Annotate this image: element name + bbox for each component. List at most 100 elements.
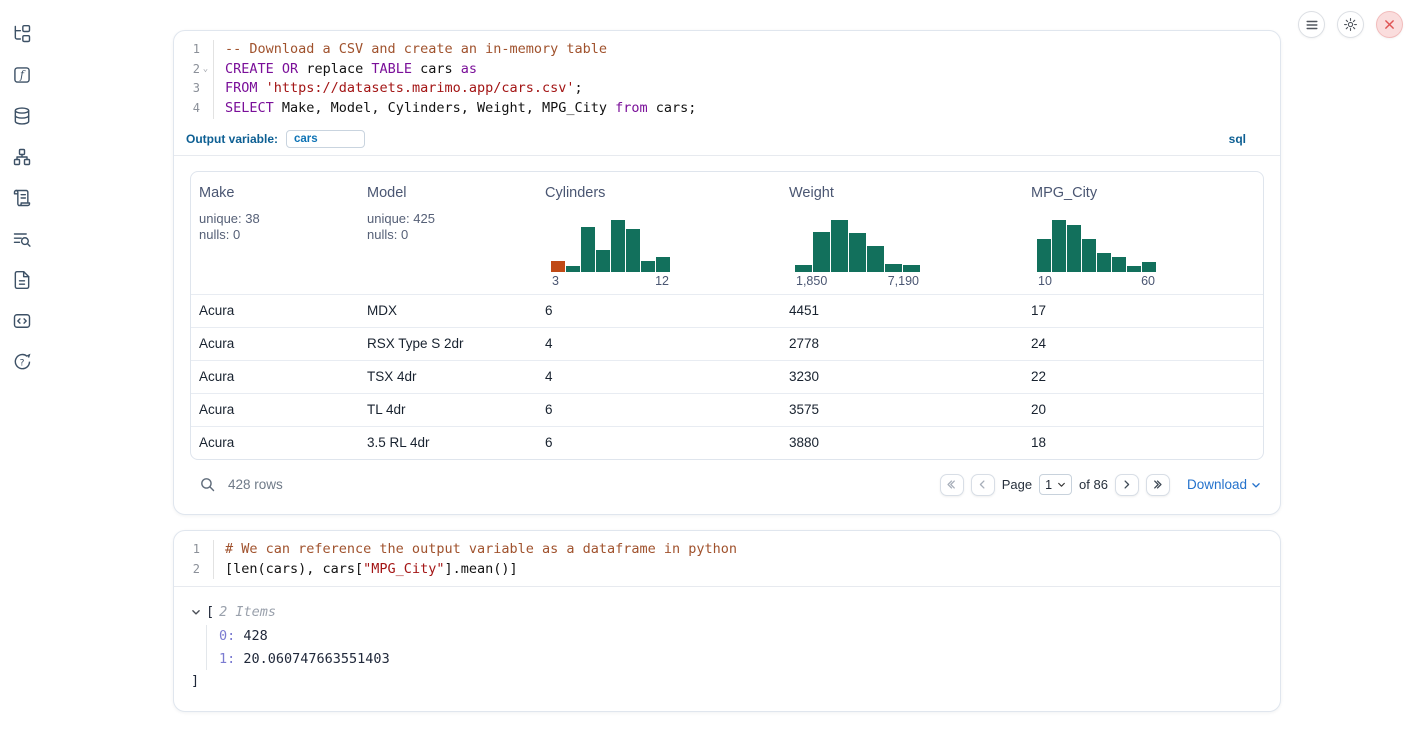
output-variable-input[interactable] — [286, 130, 365, 148]
histogram-bars — [795, 220, 920, 272]
code-token: # We can reference the output variable a… — [225, 541, 737, 557]
stat-line: unique: 38 — [199, 211, 359, 228]
sql-cell: 1 -- Download a CSV and create an in-memo… — [173, 30, 1281, 515]
output-variable-row: Output variable: sql — [174, 126, 1280, 156]
code-token — [274, 61, 282, 77]
file-tree-icon — [12, 24, 32, 44]
stat-line: nulls: 0 — [367, 227, 537, 244]
code-text: FROM 'https://datasets.marimo.app/cars.c… — [214, 79, 583, 99]
table-header-row: Makeunique: 38nulls: 0Modelunique: 425nu… — [191, 172, 1263, 294]
table-cell: RSX Type S 2dr — [359, 336, 537, 351]
page-label: Page — [1002, 477, 1032, 492]
sidebar-item-file-explorer[interactable] — [9, 21, 35, 47]
table-cell: 3.5 RL 4dr — [359, 435, 537, 450]
table-cell: Acura — [191, 336, 359, 351]
column-header-cylinders[interactable]: Cylinders 3 12 — [537, 172, 781, 294]
page-select[interactable]: 1 — [1039, 474, 1072, 495]
histogram-bar — [1037, 239, 1051, 272]
help-icon: ? — [12, 352, 32, 372]
histogram-bar — [551, 261, 565, 272]
prev-page-button[interactable] — [971, 474, 995, 496]
first-page-button[interactable] — [940, 474, 964, 496]
search-icon — [199, 476, 216, 493]
axis-max-label: 12 — [655, 274, 669, 288]
column-label: Cylinders — [545, 185, 781, 201]
histogram-bar — [641, 261, 655, 272]
chevron-down-icon — [1057, 480, 1066, 489]
settings-button[interactable] — [1337, 11, 1364, 38]
histogram-bar — [1142, 262, 1156, 272]
code-token: [len(cars), cars[ — [225, 561, 363, 577]
table-cell: TL 4dr — [359, 402, 537, 417]
svg-text:?: ? — [20, 357, 25, 368]
axis-min-label: 1,850 — [796, 274, 827, 288]
code-line: 1# We can reference the output variable … — [174, 540, 1280, 560]
table-row: Acura3.5 RL 4dr6388018 — [191, 426, 1263, 459]
code-line: 3FROM 'https://datasets.marimo.app/cars.… — [174, 79, 1280, 99]
histogram-bar — [656, 257, 670, 272]
code-text: CREATE OR replace TABLE cars as — [214, 60, 477, 80]
table-cell: MDX — [359, 303, 537, 318]
histogram-bar — [611, 220, 625, 272]
table-cell: 4451 — [781, 303, 1023, 318]
table-row: AcuraMDX6445117 — [191, 294, 1263, 327]
table-row: AcuraRSX Type S 2dr4277824 — [191, 327, 1263, 360]
column-header-make[interactable]: Makeunique: 38nulls: 0 — [191, 172, 359, 294]
code-token: SELECT — [225, 100, 274, 116]
table-cell: 3575 — [781, 402, 1023, 417]
sidebar-item-datasources[interactable] — [9, 103, 35, 129]
tree-entry: 1: 20.060747663551403 — [219, 648, 1264, 671]
code-snippet-icon — [12, 311, 32, 331]
column-header-model[interactable]: Modelunique: 425nulls: 0 — [359, 172, 537, 294]
output-variable-label: Output variable: — [186, 132, 278, 146]
pagination: Page 1 of 86 Download — [940, 474, 1261, 496]
code-token: cars; — [648, 100, 697, 116]
close-icon — [1383, 18, 1396, 31]
histogram-bar — [831, 220, 848, 272]
chevron-left-icon — [977, 479, 988, 490]
table-search-button[interactable] — [199, 476, 216, 493]
database-icon — [12, 106, 32, 126]
axis-min-label: 3 — [552, 274, 559, 288]
line-number: 4 — [193, 99, 200, 119]
column-header-weight[interactable]: Weight1,8507,190 — [781, 172, 1023, 294]
menu-button[interactable] — [1298, 11, 1325, 38]
table-footer: 428 rows Page 1 of 86 — [190, 460, 1264, 512]
sidebar-item-scratchpad[interactable] — [9, 185, 35, 211]
sidebar-item-snippets[interactable] — [9, 308, 35, 334]
table-body: AcuraMDX6445117AcuraRSX Type S 2dr427782… — [191, 294, 1263, 459]
last-page-button[interactable] — [1146, 474, 1170, 496]
table-cell: 6 — [537, 435, 781, 450]
table-cell: 20 — [1023, 402, 1263, 417]
sql-code-editor[interactable]: 1 -- Download a CSV and create an in-memo… — [174, 31, 1280, 126]
open-bracket: [ — [206, 604, 214, 620]
download-button[interactable]: Download — [1187, 477, 1261, 492]
code-token: TABLE — [371, 61, 412, 77]
shutdown-button[interactable] — [1376, 11, 1403, 38]
histogram-bar — [626, 229, 640, 272]
data-table: Makeunique: 38nulls: 0Modelunique: 425nu… — [190, 171, 1264, 460]
histogram-bar — [903, 265, 920, 272]
sidebar-item-documentation[interactable] — [9, 267, 35, 293]
sidebar-item-dependency-graph[interactable] — [9, 144, 35, 170]
fold-chevron-icon[interactable]: ⌄ — [200, 60, 211, 80]
column-stats: unique: 38nulls: 0 — [199, 211, 359, 244]
line-number-gutter: 1 — [174, 40, 214, 60]
column-header-mpg_city[interactable]: MPG_City1060 — [1023, 172, 1263, 294]
chevrons-left-icon — [946, 479, 957, 490]
histogram-bar — [867, 246, 884, 272]
code-token — [258, 80, 266, 96]
chevron-right-icon — [1121, 479, 1132, 490]
next-page-button[interactable] — [1115, 474, 1139, 496]
histogram-bar — [1127, 266, 1141, 272]
code-token: -- Download a CSV and create an in-memor… — [225, 41, 607, 57]
histogram-bar — [596, 250, 610, 272]
collapse-toggle-icon[interactable] — [191, 607, 201, 617]
sidebar-item-help[interactable]: ? — [9, 349, 35, 375]
code-token: FROM — [225, 80, 258, 96]
table-cell: 6 — [537, 303, 781, 318]
sidebar-item-logs[interactable] — [9, 226, 35, 252]
line-number: 2 — [193, 560, 200, 580]
python-code-editor[interactable]: 1# We can reference the output variable … — [174, 531, 1280, 587]
sidebar-item-variables[interactable]: f — [9, 62, 35, 88]
